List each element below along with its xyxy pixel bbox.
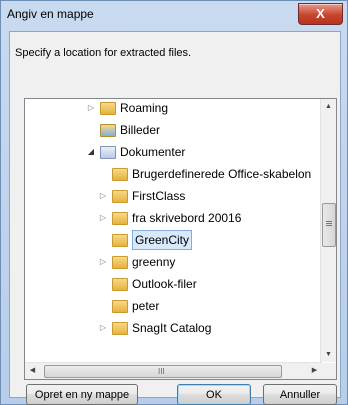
folder-icon: [112, 234, 128, 247]
expand-arrow-icon[interactable]: ▷: [98, 251, 108, 273]
vertical-scroll-thumb[interactable]: [322, 203, 336, 247]
folder-icon: [112, 278, 128, 291]
tree-item-billeder[interactable]: Billeder: [96, 119, 160, 141]
scroll-down-icon[interactable]: ▼: [321, 347, 336, 362]
folder-icon: [112, 168, 128, 181]
expand-arrow-icon[interactable]: ▷: [86, 99, 96, 119]
folder-icon: [112, 322, 128, 335]
scroll-right-icon[interactable]: ▶: [307, 363, 322, 379]
scroll-grip: III: [158, 367, 165, 376]
tree-item-brugerdefinerede[interactable]: Brugerdefinerede Office-skabelon: [108, 163, 311, 185]
tree-item-snagit-catalog[interactable]: ▷ SnagIt Catalog: [98, 317, 211, 339]
tree-item-label: Dokumenter: [120, 145, 186, 159]
pictures-library-icon: [100, 124, 116, 137]
tree-item-label: Outlook-filer: [132, 277, 197, 291]
tree-item-label: Billeder: [120, 123, 161, 137]
tree-item-fra-skrivebord[interactable]: ▷ fra skrivebord 20016: [98, 207, 241, 229]
folder-icon: [100, 102, 116, 115]
vertical-scrollbar[interactable]: ▲ ▼: [320, 99, 336, 362]
tree-item-roaming[interactable]: ▷ Roaming: [86, 99, 168, 119]
tree-item-label: SnagIt Catalog: [132, 321, 212, 335]
instruction-text: Specify a location for extracted files.: [15, 47, 192, 59]
tree-item-greenny[interactable]: ▷ greenny: [98, 251, 175, 273]
expand-arrow-icon[interactable]: ▷: [98, 207, 108, 229]
scroll-up-icon[interactable]: ▲: [321, 99, 336, 114]
scrollbar-corner: [321, 363, 336, 379]
tree-item-label: Brugerdefinerede Office-skabelon: [132, 167, 312, 181]
tree-item-firstclass[interactable]: ▷ FirstClass: [98, 185, 185, 207]
tree-item-label: fra skrivebord 20016: [132, 211, 242, 225]
folder-icon: [112, 256, 128, 269]
title-bar[interactable]: Angiv en mappe X: [1, 1, 347, 31]
horizontal-scrollbar[interactable]: ◀ III ▶: [25, 362, 322, 379]
scroll-left-icon[interactable]: ◀: [25, 363, 40, 379]
folder-icon: [112, 212, 128, 225]
folder-tree[interactable]: ▷ Roaming Billeder ◢ Dokumenter Brugerdefi…: [24, 98, 337, 380]
tree-item-label: peter: [132, 299, 160, 313]
window-title: Angiv en mappe: [7, 7, 94, 21]
horizontal-scroll-thumb[interactable]: III: [44, 365, 282, 378]
expand-arrow-icon[interactable]: ▷: [98, 185, 108, 207]
tree-item-dokumenter[interactable]: ◢ Dokumenter: [86, 141, 185, 163]
tree-item-label: Roaming: [120, 101, 169, 115]
ok-button[interactable]: OK: [177, 384, 251, 405]
tree-item-outlook-filer[interactable]: Outlook-filer: [108, 273, 197, 295]
tree-item-label: FirstClass: [132, 189, 186, 203]
cancel-button[interactable]: Annuller: [263, 384, 337, 405]
tree-item-peter[interactable]: peter: [108, 295, 159, 317]
tree-item-greencity[interactable]: GreenCity: [108, 229, 193, 251]
new-folder-button[interactable]: Opret en ny mappe: [26, 384, 138, 405]
collapse-arrow-icon[interactable]: ◢: [86, 141, 96, 163]
documents-library-icon: [100, 146, 116, 159]
dialog-window: Angiv en mappe X Specify a location for …: [0, 0, 348, 405]
folder-icon: [112, 300, 128, 313]
dialog-body: Specify a location for extracted files. …: [9, 31, 341, 405]
tree-item-label: greenny: [132, 255, 176, 269]
folder-icon: [112, 190, 128, 203]
folder-tree-viewport: ▷ Roaming Billeder ◢ Dokumenter Brugerdefi…: [25, 99, 322, 362]
expand-arrow-icon[interactable]: ▷: [98, 317, 108, 339]
close-button[interactable]: X: [298, 3, 343, 25]
tree-item-label: GreenCity: [132, 230, 193, 250]
